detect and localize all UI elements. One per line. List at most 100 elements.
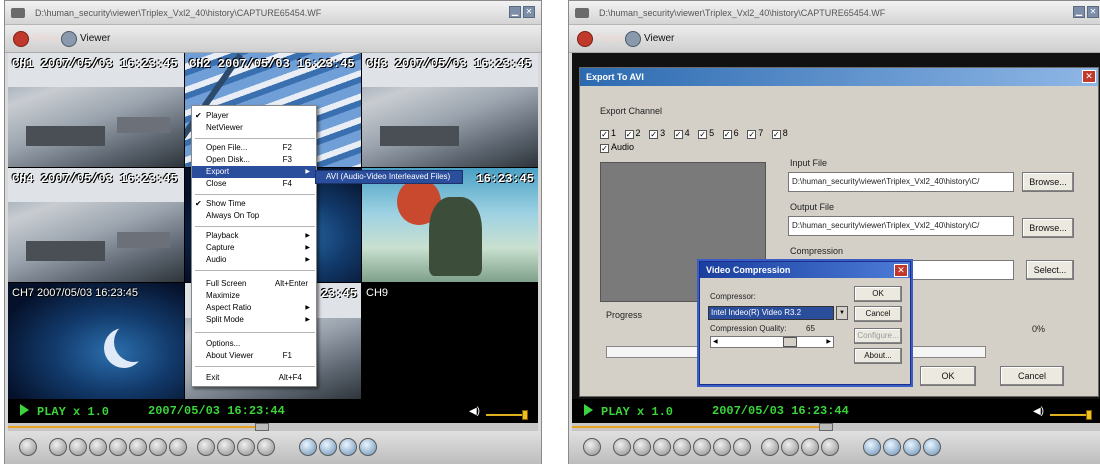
- menu-item-netviewer[interactable]: NetViewer: [192, 122, 316, 134]
- channel-8-checkbox[interactable]: ✓ 8: [771, 128, 788, 139]
- play-back-icon[interactable]: [653, 438, 671, 456]
- split-16-icon[interactable]: [821, 438, 839, 456]
- menu-item-full-screen[interactable]: Full Screen Alt+Enter: [192, 278, 316, 290]
- seek-bar[interactable]: [8, 423, 538, 431]
- fast-forward-icon[interactable]: [169, 438, 187, 456]
- channel-7-view[interactable]: CH7 2007/05/03 16:23:45: [8, 283, 184, 399]
- channel-6-checkbox[interactable]: ✓ 6: [722, 128, 739, 139]
- capture-icon[interactable]: [19, 438, 37, 456]
- pause-icon[interactable]: [673, 438, 691, 456]
- channel-3-checkbox[interactable]: ✓ 3: [649, 128, 665, 139]
- step-back-icon[interactable]: [69, 438, 87, 456]
- zoom-icon[interactable]: [863, 438, 881, 456]
- volume-control[interactable]: ◀): [1033, 406, 1092, 424]
- channel-1-view[interactable]: CH1 2007/05/03 16:23:45: [8, 53, 184, 167]
- menu-item-options[interactable]: Options...: [192, 338, 316, 350]
- split-9-icon[interactable]: [801, 438, 819, 456]
- compressor-select[interactable]: Intel Indeo(R) Video R3.2: [708, 306, 834, 320]
- zoom-icon[interactable]: [299, 438, 317, 456]
- channel-5-checkbox[interactable]: ✓ 5: [698, 128, 714, 139]
- volume-control[interactable]: ◀): [469, 406, 528, 424]
- play-icon[interactable]: [129, 438, 147, 456]
- player-mode-button[interactable]: Player: [577, 31, 624, 47]
- split-9-icon[interactable]: [237, 438, 255, 456]
- menu-item-always-on-top[interactable]: Always On Top: [192, 210, 316, 222]
- output-browse-button[interactable]: Browse...: [1022, 218, 1074, 238]
- capture-icon[interactable]: [583, 438, 601, 456]
- camera-icon[interactable]: [339, 438, 357, 456]
- scroll-right-icon[interactable]: ▶: [826, 338, 831, 345]
- menu-item-open-disk[interactable]: Open Disk... F3: [192, 154, 316, 166]
- menu-item-show-time[interactable]: ✔ Show Time: [192, 198, 316, 210]
- viewer-mode-button[interactable]: Viewer: [61, 31, 110, 47]
- pause-icon[interactable]: [109, 438, 127, 456]
- player-mode-button[interactable]: Player: [13, 31, 60, 47]
- play-back-icon[interactable]: [89, 438, 107, 456]
- seek-thumb[interactable]: [819, 423, 834, 431]
- minimize-button[interactable]: ▁: [1073, 6, 1085, 18]
- input-browse-button[interactable]: Browse...: [1022, 172, 1074, 192]
- volume-slider[interactable]: [1050, 409, 1092, 420]
- channel-3-view[interactable]: CH3 2007/05/03 16:23:45: [362, 53, 538, 167]
- seek-thumb[interactable]: [255, 423, 270, 431]
- search-icon[interactable]: [319, 438, 337, 456]
- ok-button[interactable]: OK: [854, 286, 902, 302]
- camera-icon[interactable]: [903, 438, 921, 456]
- play-icon[interactable]: [693, 438, 711, 456]
- close-button[interactable]: ✕: [523, 6, 535, 18]
- submenu-item-avi[interactable]: AVI (Audio-Video Interleaved Files): [315, 170, 463, 184]
- close-button[interactable]: ✕: [1087, 6, 1099, 18]
- dialog-close-button[interactable]: ✕: [1082, 70, 1096, 83]
- chevron-down-icon[interactable]: ▼: [836, 306, 848, 320]
- viewer-mode-button[interactable]: Viewer: [625, 31, 674, 47]
- menu-item-capture[interactable]: Capture ▶: [192, 242, 316, 254]
- step-forward-icon[interactable]: [713, 438, 731, 456]
- channel-4-checkbox[interactable]: ✓ 4: [673, 128, 690, 139]
- menu-item-split-mode[interactable]: Split Mode ▶: [192, 314, 316, 326]
- step-forward-icon[interactable]: [149, 438, 167, 456]
- fast-forward-icon[interactable]: [733, 438, 751, 456]
- menu-item-playback[interactable]: Playback ▶: [192, 230, 316, 242]
- split-4-icon[interactable]: [781, 438, 799, 456]
- split-16-icon[interactable]: [257, 438, 275, 456]
- ok-button[interactable]: OK: [920, 366, 976, 386]
- channel-1-checkbox[interactable]: ✓ 1: [600, 128, 616, 139]
- split-1-icon[interactable]: [761, 438, 779, 456]
- channel-2-checkbox[interactable]: ✓ 2: [624, 128, 641, 139]
- quality-slider[interactable]: ◀ ▶: [710, 336, 834, 348]
- network-icon[interactable]: [359, 438, 377, 456]
- menu-item-aspect-ratio[interactable]: Aspect Ratio ▶: [192, 302, 316, 314]
- rewind-icon[interactable]: [49, 438, 67, 456]
- split-1-icon[interactable]: [197, 438, 215, 456]
- dialog-close-button[interactable]: ✕: [894, 264, 908, 277]
- cancel-button[interactable]: Cancel: [854, 306, 902, 322]
- seek-bar[interactable]: [572, 423, 1100, 431]
- split-4-icon[interactable]: [217, 438, 235, 456]
- input-file-field[interactable]: D:\human_security\viewer\Triplex_Vxl2_40…: [788, 172, 1014, 192]
- search-icon[interactable]: [883, 438, 901, 456]
- rewind-icon[interactable]: [613, 438, 631, 456]
- menu-item-exit[interactable]: Exit Alt+F4: [192, 372, 316, 384]
- minimize-button[interactable]: ▁: [509, 6, 521, 18]
- step-back-icon[interactable]: [633, 438, 651, 456]
- volume-knob[interactable]: [1086, 409, 1092, 420]
- menu-item-player[interactable]: ✔ Player: [192, 110, 316, 122]
- cancel-button[interactable]: Cancel: [1000, 366, 1064, 386]
- channel-7-checkbox[interactable]: ✓ 7: [747, 128, 763, 139]
- select-button[interactable]: Select...: [1026, 260, 1074, 280]
- menu-item-about-viewer[interactable]: About Viewer F1: [192, 350, 316, 362]
- channel-9-view[interactable]: CH9: [362, 283, 538, 399]
- volume-slider[interactable]: [486, 409, 528, 420]
- scroll-left-icon[interactable]: ◀: [713, 338, 718, 345]
- volume-knob[interactable]: [522, 409, 528, 420]
- menu-item-maximize[interactable]: Maximize: [192, 290, 316, 302]
- menu-item-export[interactable]: Export ▶: [192, 166, 316, 178]
- about-button[interactable]: About...: [854, 348, 902, 364]
- network-icon[interactable]: [923, 438, 941, 456]
- menu-item-close[interactable]: Close F4: [192, 178, 316, 190]
- menu-item-audio[interactable]: Audio ▶: [192, 254, 316, 266]
- channel-6-view[interactable]: 16:23:45: [362, 168, 538, 282]
- channel-4-view[interactable]: CH4 2007/05/03 16:23:45: [8, 168, 184, 282]
- menu-item-open-file[interactable]: Open File... F2: [192, 142, 316, 154]
- quality-slider-thumb[interactable]: [783, 337, 798, 347]
